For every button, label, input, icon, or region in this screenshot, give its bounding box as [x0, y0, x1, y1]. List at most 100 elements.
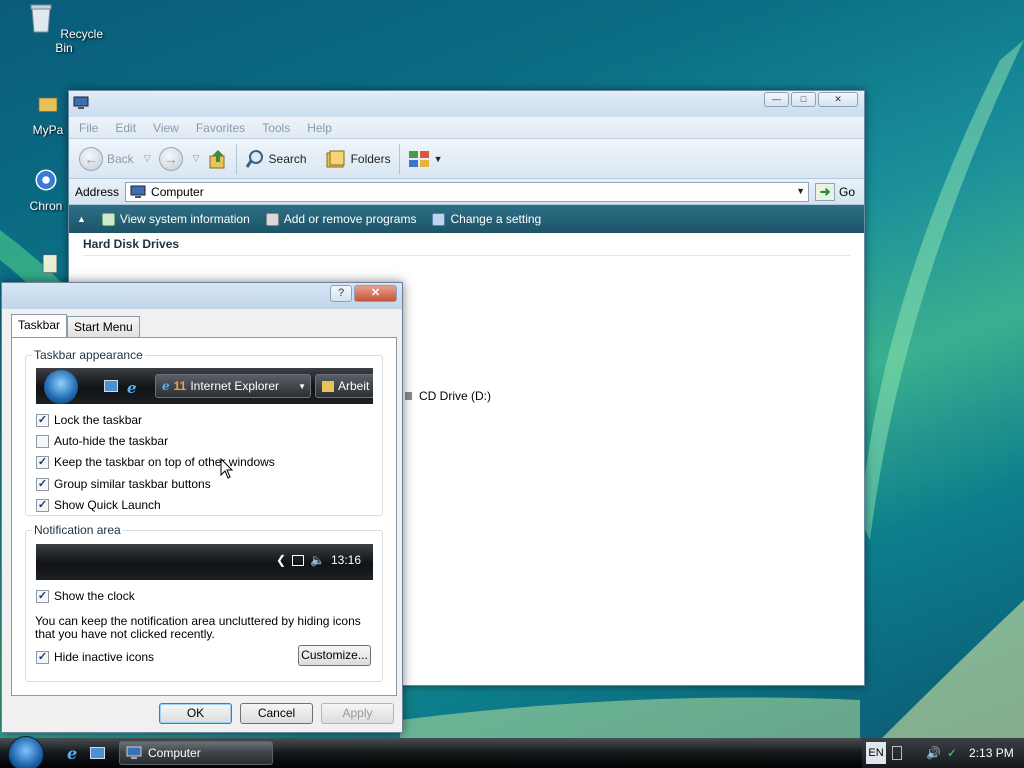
- add-remove-programs-link[interactable]: Add or remove programs: [265, 212, 417, 226]
- checkbox-label: Hide inactive icons: [54, 650, 155, 664]
- address-value: Computer: [151, 184, 204, 199]
- checkbox-box: ✓: [36, 455, 49, 469]
- tab-taskbar[interactable]: Taskbar: [11, 314, 68, 337]
- desktop-icon-chrome[interactable]: Chron: [24, 168, 68, 213]
- change-setting-link[interactable]: Change a setting: [432, 212, 541, 226]
- go-button[interactable]: ➜ Go: [815, 182, 855, 201]
- up-folder-icon[interactable]: [208, 148, 228, 170]
- desktop-icon-label: Recycle Bin: [55, 27, 104, 55]
- folders-button[interactable]: Folders: [325, 149, 391, 169]
- auto-hide-checkbox[interactable]: Auto-hide the taskbar: [36, 434, 168, 448]
- start-orb-icon: [44, 370, 78, 404]
- show-quick-launch-checkbox[interactable]: ✓ Show Quick Launch: [36, 498, 161, 512]
- hide-inactive-checkbox[interactable]: ✓ Hide inactive icons: [36, 650, 154, 664]
- taskbar-button-label: Computer: [148, 746, 201, 760]
- taskbar-button-computer[interactable]: Computer: [119, 741, 273, 765]
- chevron-left-icon: ❮: [275, 553, 287, 567]
- preview-tray: ❮ 🔈 13:16: [276, 553, 361, 567]
- keyboard-icon[interactable]: [892, 746, 902, 760]
- menu-tools[interactable]: Tools: [262, 121, 290, 135]
- apply-button[interactable]: Apply: [321, 703, 394, 724]
- checkbox-label: Auto-hide the taskbar: [54, 434, 169, 448]
- volume-icon[interactable]: 🔊: [926, 746, 941, 760]
- checkbox-box: ✓: [36, 413, 49, 427]
- explorer-content: Hard Disk Drives: [69, 233, 864, 260]
- ie-icon: e: [162, 379, 170, 393]
- search-label: Search: [268, 151, 307, 166]
- address-field[interactable]: Computer ▼: [125, 181, 810, 202]
- chevron-down-icon: ▽: [192, 153, 200, 163]
- maximize-button[interactable]: □: [791, 92, 816, 107]
- forward-arrow-icon: →: [158, 146, 183, 171]
- help-button[interactable]: ?: [330, 285, 352, 302]
- lock-taskbar-checkbox[interactable]: ✓ Lock the taskbar: [36, 413, 142, 427]
- menu-edit[interactable]: Edit: [115, 121, 136, 135]
- toolbar-separator: [398, 143, 400, 174]
- view-system-information-link[interactable]: View system information: [101, 212, 250, 226]
- group-buttons-checkbox[interactable]: ✓ Group similar taskbar buttons: [36, 477, 211, 491]
- search-button[interactable]: Search: [245, 149, 307, 169]
- system-tray: EN 🔊 ✓ 2:13 PM: [862, 738, 1024, 768]
- chrome-icon: [35, 169, 57, 191]
- group-title: Taskbar appearance: [32, 348, 145, 362]
- notification-area-group: Notification area ❮ 🔈 13:16 ✓ Show the c…: [25, 523, 383, 682]
- folders-label: Folders: [350, 151, 391, 166]
- customize-button[interactable]: Customize...: [298, 645, 371, 666]
- views-button[interactable]: ▼: [408, 150, 443, 168]
- clock[interactable]: 2:13 PM: [969, 746, 1014, 760]
- desktop-icon-label: Chron: [29, 199, 63, 213]
- address-dropdown-icon[interactable]: ▼: [796, 186, 805, 196]
- go-arrow-icon: ➜: [815, 182, 836, 201]
- search-icon: [245, 149, 263, 168]
- checkbox-box: ✓: [36, 477, 49, 491]
- explorer-titlebar[interactable]: — □ ✕: [69, 91, 864, 117]
- desktop-icon-recycle-bin[interactable]: Recycle Bin: [24, 2, 104, 55]
- minimize-button[interactable]: —: [764, 92, 789, 107]
- windows-taskbar: e Computer EN 🔊 ✓ 2:13 PM: [0, 736, 1024, 768]
- collapse-icon[interactable]: ▲: [77, 214, 86, 224]
- desktop-icon-shortcut[interactable]: [30, 250, 70, 283]
- forward-button[interactable]: → ▽: [158, 146, 200, 171]
- menu-view[interactable]: View: [153, 121, 179, 135]
- desktop-icon-mypa[interactable]: MyPa: [26, 92, 70, 137]
- ie-quicklaunch-icon[interactable]: e: [67, 744, 77, 763]
- taskbar-preview: e e 11 Internet Explorer ▼ Arbeit: [36, 368, 373, 404]
- menu-favorites[interactable]: Favorites: [196, 121, 245, 135]
- address-bar: Address Computer ▼ ➜ Go: [69, 179, 864, 205]
- address-label: Address: [75, 184, 120, 199]
- taskbar-appearance-group: Taskbar appearance e e 11 Internet Explo…: [25, 348, 383, 516]
- preview-time: 13:16: [330, 553, 361, 567]
- link-label: Add or remove programs: [283, 212, 417, 226]
- checkbox-label: Show the clock: [54, 589, 135, 603]
- language-indicator[interactable]: EN: [866, 742, 886, 764]
- computer-icon: [130, 185, 146, 198]
- desktop-icon-label: MyPa: [32, 123, 64, 137]
- menu-help[interactable]: Help: [307, 121, 332, 135]
- cancel-button[interactable]: Cancel: [240, 703, 313, 724]
- cd-drive-item[interactable]: CD Drive (D:): [405, 389, 491, 403]
- checkbox-box: ✓: [36, 650, 49, 664]
- back-button[interactable]: ← Back ▽: [79, 146, 151, 171]
- link-label: View system information: [119, 212, 250, 226]
- control-panel-icon: [432, 212, 446, 226]
- tab-start-menu[interactable]: Start Menu: [67, 316, 140, 337]
- checkbox-label: Group similar taskbar buttons: [54, 477, 211, 491]
- back-label: Back: [107, 151, 134, 166]
- dialog-close-button[interactable]: ✕: [354, 285, 397, 302]
- ok-button[interactable]: OK: [159, 703, 232, 724]
- mouse-cursor-icon: [220, 458, 234, 479]
- explorer-toolbar: ← Back ▽ → ▽ Search Folders ▼: [69, 139, 864, 179]
- preview-other-label: Arbeit: [338, 379, 370, 393]
- start-button[interactable]: [8, 736, 44, 768]
- keep-on-top-checkbox[interactable]: ✓ Keep the taskbar on top of other windo…: [36, 455, 275, 469]
- menu-file[interactable]: File: [79, 121, 98, 135]
- recycle-bin-icon: [30, 4, 52, 33]
- taskbar-tab-panel: Taskbar appearance e e 11 Internet Explo…: [11, 337, 397, 696]
- show-desktop-icon[interactable]: [90, 747, 105, 759]
- show-clock-checkbox[interactable]: ✓ Show the clock: [36, 589, 135, 603]
- close-button[interactable]: ✕: [818, 92, 858, 107]
- dialog-titlebar[interactable]: ? ✕: [2, 283, 402, 309]
- network-icon[interactable]: ✓: [947, 746, 957, 760]
- checkbox-label: Keep the taskbar on top of other windows: [54, 455, 275, 469]
- ie-quicklaunch-icon: e: [127, 379, 137, 397]
